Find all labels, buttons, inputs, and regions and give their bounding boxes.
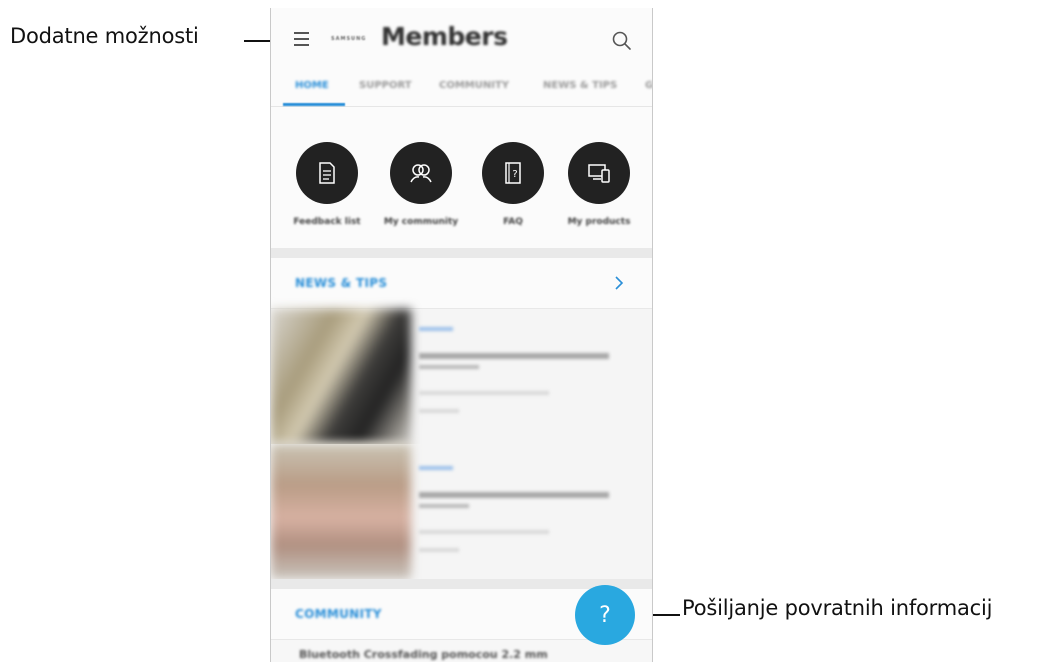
tab-news-tips[interactable]: NEWS & TIPS [543,80,617,91]
callout-send-feedback: Pošiljanje povratnih informacij [682,596,993,620]
news-category [419,327,453,331]
shortcut-my-community[interactable]: My community [381,133,461,233]
news-title [419,353,609,359]
community-icon [390,142,452,204]
app-title: Members [381,22,508,51]
tab-community[interactable]: COMMUNITY [439,80,509,91]
app-bar: SAMSUNG Members [271,8,652,68]
community-post-preview[interactable]: Bluetooth Crossfading pomocou 2.2 mm [299,648,548,661]
news-title [419,492,609,498]
shortcut-my-products[interactable]: My products [559,133,639,233]
section-title: COMMUNITY [295,607,382,621]
shortcut-faq[interactable]: ? FAQ [473,133,553,233]
news-meta [419,409,459,413]
tab-home[interactable]: HOME [295,80,329,91]
shortcut-label: FAQ [503,217,523,227]
news-category [419,466,453,470]
news-thumbnail [271,444,411,579]
send-feedback-button[interactable]: ? [575,585,635,645]
news-title-line2 [419,365,479,369]
svg-text:?: ? [512,169,517,180]
shortcut-label: My products [567,217,631,227]
news-meta [419,548,459,552]
news-subtitle [419,391,549,395]
news-item[interactable] [271,309,652,444]
tab-bar: HOME SUPPORT COMMUNITY NEWS & TIPS G [271,68,652,107]
tab-active-indicator [283,103,345,106]
shortcut-label: Feedback list [293,217,361,227]
tab-more[interactable]: G [645,80,652,91]
search-icon[interactable] [611,30,633,52]
brand-samsung: SAMSUNG [331,36,367,42]
news-title-line2 [419,504,469,508]
phone-screen: SAMSUNG Members HOME SUPPORT COMMUNITY N… [270,8,653,662]
tab-support[interactable]: SUPPORT [359,80,412,91]
hamburger-menu-icon[interactable] [291,29,313,49]
news-thumbnail [271,309,411,444]
section-divider [271,248,652,258]
shortcut-label: My community [383,217,459,227]
document-icon [296,142,358,204]
news-subtitle [419,530,549,534]
faq-icon: ? [482,142,544,204]
shortcut-feedback-list[interactable]: Feedback list [287,133,367,233]
callout-more-options: Dodatne možnosti [10,24,199,48]
shortcuts-panel: Feedback list My community ? FAQ My prod… [271,107,652,248]
chevron-right-icon[interactable] [611,273,627,293]
news-tips-header[interactable]: NEWS & TIPS [271,258,652,309]
devices-icon [568,142,630,204]
section-title: NEWS & TIPS [295,276,388,290]
news-item[interactable] [271,444,652,579]
